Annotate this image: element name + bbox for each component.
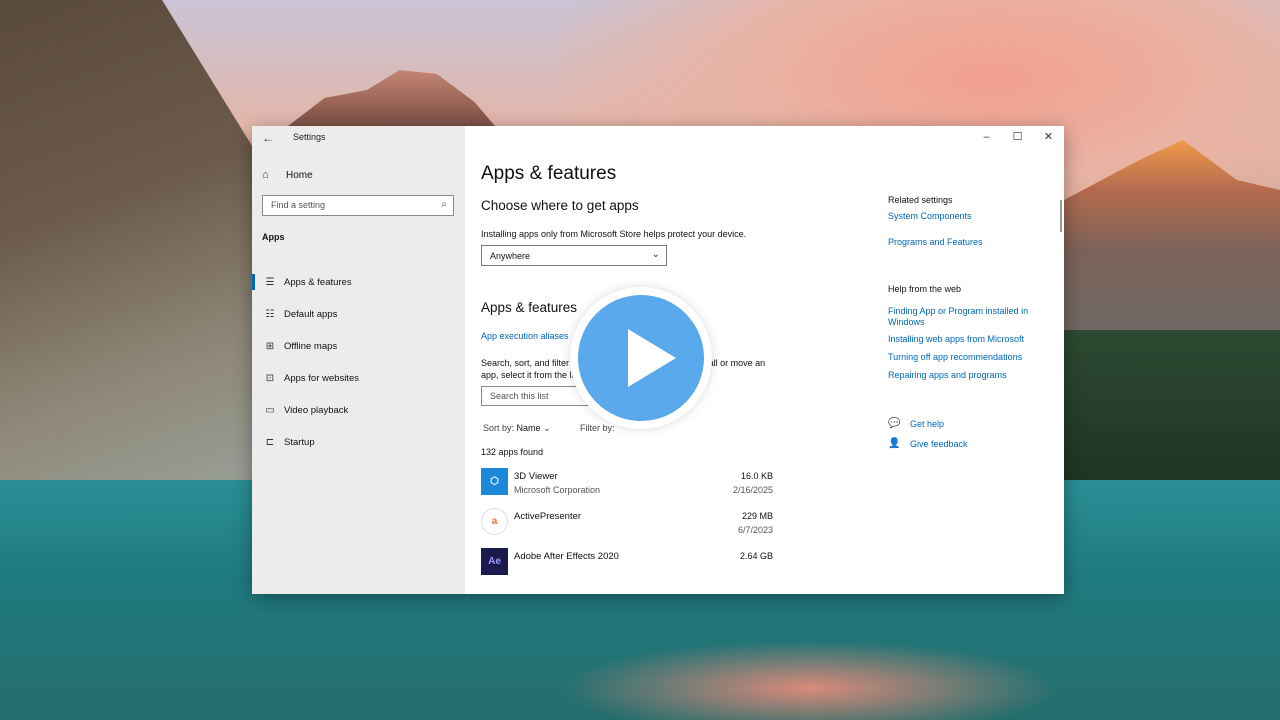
sidebar-section-label: Apps — [262, 232, 285, 242]
maximize-icon[interactable]: ☐ — [1002, 126, 1033, 148]
chevron-down-icon: ⌄ — [543, 423, 551, 433]
sidebar-item-label: Apps for websites — [284, 372, 359, 384]
chevron-down-icon: ⌄ — [651, 249, 660, 260]
web-link-turning-off-recommendations[interactable]: Turning off app recommendations — [888, 352, 1048, 363]
sidebar-nav: ☰ Apps & features ☷ Default apps ⊞ Offli… — [252, 266, 465, 458]
play-icon — [628, 329, 676, 387]
main-content: – ☐ ✕ Apps & features Choose where to ge… — [465, 126, 1064, 594]
app-name: 3D Viewer — [514, 471, 558, 482]
app-source-dropdown[interactable]: Anywhere ⌄ — [481, 245, 667, 266]
map-icon: ⊞ — [265, 340, 275, 352]
window-controls: – ☐ ✕ — [971, 126, 1064, 148]
filter-label: Filter by: — [580, 423, 615, 433]
feedback-icon: 👤 — [888, 438, 901, 449]
sidebar-item-label: Home — [286, 169, 313, 181]
related-heading: Related settings — [888, 195, 953, 205]
minimize-icon[interactable]: – — [971, 126, 1002, 148]
app-execution-aliases-link[interactable]: App execution aliases — [481, 331, 569, 341]
wallpaper-forest — [1064, 330, 1280, 500]
sidebar-item-label: Offline maps — [284, 340, 338, 352]
activepresenter-icon: a — [481, 508, 508, 535]
app-name: Adobe After Effects 2020 — [514, 551, 619, 562]
sidebar-item-offline-maps[interactable]: ⊞ Offline maps — [252, 330, 465, 362]
page-title: Apps & features — [481, 163, 617, 184]
sidebar-item-default-apps[interactable]: ☷ Default apps — [252, 298, 465, 330]
wallpaper-reflection — [560, 640, 1060, 720]
give-feedback-label: Give feedback — [910, 438, 968, 449]
app-name: ActivePresenter — [514, 511, 582, 522]
choose-description: Installing apps only from Microsoft Stor… — [481, 229, 747, 239]
sidebar-item-label: Default apps — [284, 308, 338, 320]
find-setting-input[interactable]: Find a setting ⌕ — [262, 195, 454, 216]
startup-icon: ⊏ — [265, 436, 275, 448]
sidebar-item-label: Video playback — [284, 404, 349, 416]
list-item[interactable]: ⬡ 3D Viewer Microsoft Corporation 16.0 K… — [481, 468, 773, 508]
list-item[interactable]: Ae Adobe After Effects 2020 2.64 GB — [481, 548, 773, 588]
window-title: Settings — [293, 132, 326, 142]
app-size: 16.0 KB — [740, 471, 773, 481]
back-arrow-icon[interactable]: ← — [260, 130, 276, 146]
play-button-circle — [578, 295, 704, 421]
app-date: 2/16/2025 — [732, 485, 773, 495]
close-icon[interactable]: ✕ — [1033, 126, 1064, 148]
choose-heading: Choose where to get apps — [481, 198, 639, 213]
app-size: 2.64 GB — [739, 551, 773, 561]
3d-viewer-icon: ⬡ — [481, 468, 508, 495]
web-link-installing-web-apps[interactable]: Installing web apps from Microsoft — [888, 334, 1048, 345]
wallpaper-mountain-left — [0, 0, 270, 500]
sidebar-item-startup[interactable]: ⊏ Startup — [252, 426, 465, 458]
home-icon: ⌂ — [262, 169, 269, 181]
app-date: 6/7/2023 — [737, 525, 773, 535]
video-play-button[interactable] — [570, 287, 712, 429]
sort-dropdown[interactable]: Sort by: Name ⌄ — [483, 423, 551, 434]
web-help-heading: Help from the web — [888, 284, 962, 294]
sidebar: ← Settings ⌂ Home Find a setting ⌕ Apps … — [252, 126, 465, 594]
titlebar: ← Settings — [252, 126, 465, 150]
app-size: 229 MB — [741, 511, 773, 521]
website-icon: ⊡ — [265, 372, 275, 384]
apps-count: 132 apps found — [481, 447, 544, 457]
sort-label: Sort by: — [483, 423, 515, 433]
related-settings: Related settings System Components Progr… — [888, 195, 1048, 248]
sidebar-item-label: Apps & features — [284, 276, 352, 288]
list-icon: ☰ — [265, 276, 275, 288]
search-icon[interactable]: ⌕ — [441, 199, 447, 210]
filter-dropdown[interactable]: Filter by: — [580, 423, 615, 433]
get-help-link[interactable]: 💬 Get help — [888, 418, 944, 429]
sidebar-item-apps-for-websites[interactable]: ⊡ Apps for websites — [252, 362, 465, 394]
web-link-repairing-apps[interactable]: Repairing apps and programs — [888, 370, 1048, 381]
app-publisher: Microsoft Corporation — [514, 485, 601, 495]
sidebar-item-label: Startup — [284, 436, 315, 448]
apps-features-heading: Apps & features — [481, 300, 578, 315]
dropdown-value: Anywhere — [490, 251, 531, 261]
get-help-label: Get help — [910, 418, 945, 429]
sidebar-item-video-playback[interactable]: ▭ Video playback — [252, 394, 465, 426]
scrollbar-thumb[interactable] — [1060, 200, 1062, 232]
search-placeholder: Find a setting — [271, 200, 326, 210]
sidebar-item-apps-features[interactable]: ☰ Apps & features — [252, 266, 465, 298]
sidebar-item-home[interactable]: ⌂ Home — [262, 168, 313, 182]
give-feedback-link[interactable]: 👤 Give feedback — [888, 438, 968, 449]
web-link-finding-app[interactable]: Finding App or Program installed in Wind… — [888, 306, 1038, 328]
sort-value: Name — [516, 423, 541, 433]
help-chat-icon: 💬 — [888, 418, 901, 429]
default-apps-icon: ☷ — [265, 308, 275, 320]
video-icon: ▭ — [265, 404, 275, 416]
apps-list: ⬡ 3D Viewer Microsoft Corporation 16.0 K… — [481, 468, 773, 588]
help-from-web: Help from the web Finding App or Program… — [888, 284, 1048, 381]
list-item[interactable]: a ActivePresenter 229 MB 6/7/2023 — [481, 508, 773, 548]
programs-features-link[interactable]: Programs and Features — [888, 237, 1048, 248]
system-components-link[interactable]: System Components — [888, 211, 1048, 222]
search-list-placeholder: Search this list — [490, 391, 549, 401]
after-effects-icon: Ae — [481, 548, 508, 575]
